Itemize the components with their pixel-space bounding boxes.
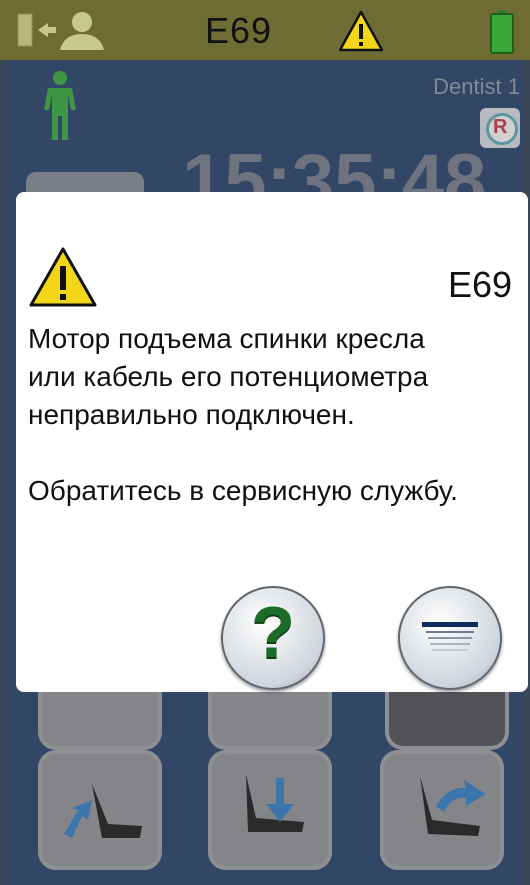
warning-icon bbox=[29, 247, 97, 307]
chair-down-icon bbox=[246, 774, 304, 832]
help-icon: ? bbox=[251, 593, 295, 673]
operator-label: Dentist 1 bbox=[433, 74, 520, 99]
status-error-code: E69 bbox=[205, 10, 273, 51]
battery-icon bbox=[490, 10, 514, 54]
error-dialog: E69 Мотор подъема спинки кресла или кабе… bbox=[16, 192, 528, 692]
backrest-down-button[interactable] bbox=[38, 750, 162, 870]
warning-icon[interactable] bbox=[338, 10, 384, 52]
chair-backrest-down-icon bbox=[64, 784, 142, 838]
chair-down-button[interactable] bbox=[208, 750, 332, 870]
menu-icon bbox=[422, 622, 478, 651]
status-bar: E69 bbox=[0, 0, 530, 60]
help-button[interactable]: ? bbox=[221, 586, 325, 690]
r-badge-letter: R bbox=[493, 116, 508, 138]
menu-button[interactable] bbox=[398, 586, 502, 690]
chair-backrest-up-icon bbox=[420, 776, 486, 836]
patient-exit-icon[interactable] bbox=[16, 10, 110, 52]
dialog-error-code: E69 bbox=[447, 264, 512, 305]
backrest-up-button[interactable] bbox=[380, 750, 504, 870]
patient-standing-icon[interactable] bbox=[40, 70, 80, 142]
dialog-message: Мотор подъема спинки кресла или кабель е… bbox=[28, 323, 458, 506]
